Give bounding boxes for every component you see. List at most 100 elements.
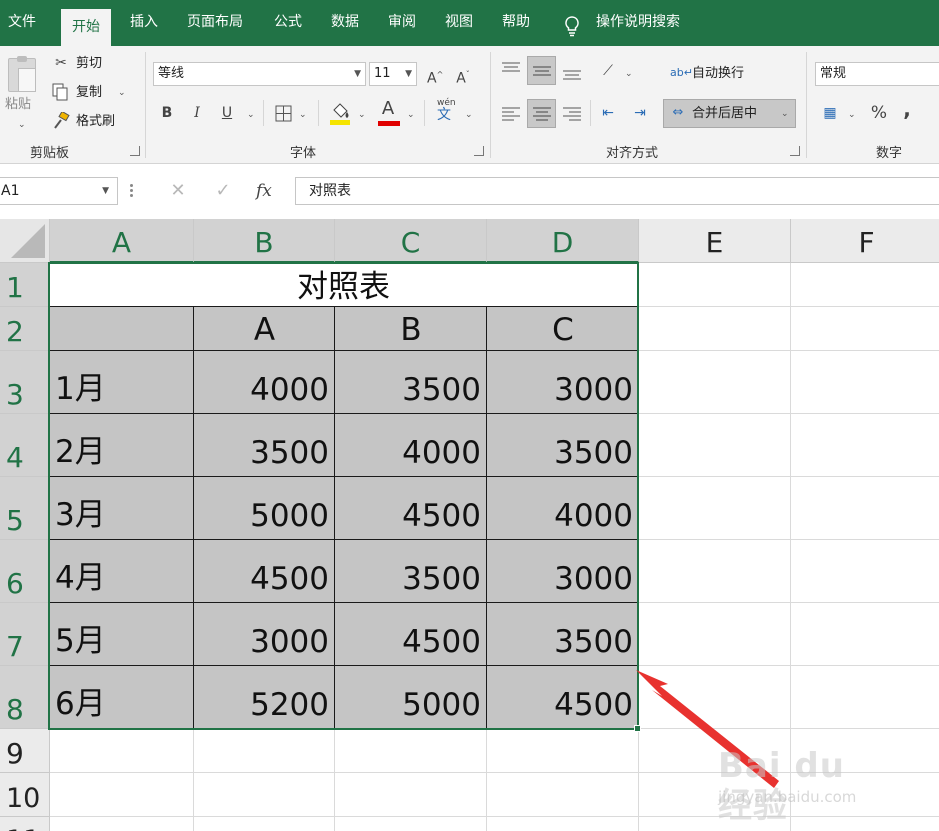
formula-bar-resize-handle[interactable] xyxy=(130,184,134,198)
decrease-font-icon[interactable]: Aˇ xyxy=(455,66,471,88)
tab-2[interactable]: 插入 xyxy=(130,12,158,32)
name-box[interactable]: A1 ▼ xyxy=(0,177,118,205)
table-cell[interactable]: 4500 xyxy=(335,477,487,540)
formula-input[interactable]: 对照表 xyxy=(295,177,939,205)
table-cell[interactable]: 3500 xyxy=(194,414,335,477)
paste-icon[interactable] xyxy=(4,56,40,96)
decrease-indent-icon[interactable]: ⇤ xyxy=(598,104,618,122)
tab-1[interactable]: 开始 xyxy=(61,9,111,46)
table-cell[interactable]: 4000 xyxy=(335,414,487,477)
column-header-a[interactable]: A xyxy=(50,219,194,263)
header-cell-0[interactable] xyxy=(50,307,194,351)
lightbulb-icon[interactable] xyxy=(563,15,581,37)
enter-icon[interactable]: ✓ xyxy=(211,179,235,203)
paste-dropdown-icon[interactable]: ⌄ xyxy=(18,120,26,130)
table-cell[interactable]: 4000 xyxy=(487,477,639,540)
merge-dropdown-icon[interactable]: ⌄ xyxy=(781,109,789,119)
table-title-cell[interactable]: 对照表 xyxy=(49,263,638,307)
column-header-e[interactable]: E xyxy=(639,219,791,263)
format-painter-button[interactable]: 格式刷 xyxy=(76,113,115,131)
font-name-select[interactable]: 等线 ▼ xyxy=(153,62,366,86)
fill-handle[interactable] xyxy=(634,725,641,732)
column-header-f[interactable]: F xyxy=(791,219,939,263)
copy-button[interactable]: 复制 xyxy=(76,84,102,102)
comma-button[interactable]: , xyxy=(900,99,914,119)
row-header-4[interactable]: 4 xyxy=(0,414,50,477)
tab-8[interactable]: 帮助 xyxy=(502,12,530,32)
borders-dropdown-icon[interactable]: ⌄ xyxy=(299,110,307,120)
column-header-b[interactable]: B xyxy=(194,219,335,263)
fill-color-icon[interactable] xyxy=(329,101,351,125)
increase-indent-icon[interactable]: ⇥ xyxy=(630,104,650,122)
tab-4[interactable]: 公式 xyxy=(274,12,302,32)
tab-3[interactable]: 页面布局 xyxy=(187,12,243,32)
align-left-icon[interactable] xyxy=(501,106,521,122)
table-cell[interactable]: 4500 xyxy=(194,540,335,603)
header-cell-1[interactable]: A xyxy=(194,307,335,351)
tab-7[interactable]: 视图 xyxy=(445,12,473,32)
underline-dropdown-icon[interactable]: ⌄ xyxy=(247,110,255,120)
tab-0[interactable]: 文件 xyxy=(8,12,36,32)
align-bottom-icon[interactable] xyxy=(562,66,582,82)
font-color-dropdown-icon[interactable]: ⌄ xyxy=(407,110,415,120)
copy-dropdown-icon[interactable]: ⌄ xyxy=(118,88,126,98)
select-all-button[interactable] xyxy=(0,219,50,263)
align-right-icon[interactable] xyxy=(562,106,582,122)
table-cell[interactable]: 3000 xyxy=(487,351,639,414)
wrap-text-button[interactable]: 自动换行 xyxy=(692,65,744,83)
increase-font-icon[interactable]: A^ xyxy=(427,66,443,88)
table-cell[interactable]: 3000 xyxy=(194,603,335,666)
phonetic-guide-icon[interactable]: 文 xyxy=(437,107,451,123)
column-header-c[interactable]: C xyxy=(335,219,487,263)
cut-button[interactable]: 剪切 xyxy=(76,55,102,73)
tell-me-search[interactable]: 操作说明搜索 xyxy=(596,12,680,32)
table-cell[interactable]: 3500 xyxy=(335,540,487,603)
row-header-7[interactable]: 7 xyxy=(0,603,50,666)
header-cell-3[interactable]: C xyxy=(487,307,639,351)
row-header-9[interactable]: 9 xyxy=(0,729,50,773)
row-header-3[interactable]: 3 xyxy=(0,351,50,414)
borders-icon[interactable] xyxy=(275,105,292,122)
bold-button[interactable]: B xyxy=(160,104,174,122)
number-format-select[interactable]: 常规 xyxy=(815,62,939,86)
header-cell-2[interactable]: B xyxy=(335,307,487,351)
table-cell[interactable]: 3500 xyxy=(335,351,487,414)
clipboard-launcher-icon[interactable] xyxy=(130,146,140,156)
table-cell[interactable]: 5200 xyxy=(194,666,335,729)
table-cell[interactable]: 2月 xyxy=(50,414,194,477)
table-cell[interactable]: 3500 xyxy=(487,603,639,666)
row-header-8[interactable]: 8 xyxy=(0,666,50,729)
table-cell[interactable]: 4000 xyxy=(194,351,335,414)
tab-6[interactable]: 审阅 xyxy=(388,12,416,32)
row-header-6[interactable]: 6 xyxy=(0,540,50,603)
orientation-icon[interactable]: ⟋ xyxy=(599,62,617,80)
paste-button[interactable]: 粘贴 xyxy=(5,96,31,114)
insert-function-icon[interactable]: fx xyxy=(256,179,280,203)
table-cell[interactable]: 3月 xyxy=(50,477,194,540)
accounting-dropdown-icon[interactable]: ⌄ xyxy=(848,110,856,120)
worksheet-grid[interactable]: ABCDEF1234567891011对照表ABC1月4000350030002… xyxy=(0,219,939,831)
table-cell[interactable]: 4500 xyxy=(335,603,487,666)
table-cell[interactable]: 6月 xyxy=(50,666,194,729)
table-cell[interactable]: 3500 xyxy=(487,414,639,477)
alignment-launcher-icon[interactable] xyxy=(790,146,800,156)
row-header-5[interactable]: 5 xyxy=(0,477,50,540)
row-header-2[interactable]: 2 xyxy=(0,307,50,351)
cancel-icon[interactable]: ✕ xyxy=(166,179,190,203)
font-launcher-icon[interactable] xyxy=(474,146,484,156)
font-color-icon[interactable]: A xyxy=(380,100,396,118)
row-header-11[interactable]: 11 xyxy=(0,817,50,831)
table-cell[interactable]: 3000 xyxy=(487,540,639,603)
row-header-10[interactable]: 10 xyxy=(0,773,50,817)
underline-button[interactable]: U xyxy=(220,104,234,122)
tab-5[interactable]: 数据 xyxy=(331,12,359,32)
table-cell[interactable]: 1月 xyxy=(50,351,194,414)
column-header-d[interactable]: D xyxy=(487,219,639,263)
table-cell[interactable]: 4500 xyxy=(487,666,639,729)
italic-button[interactable]: I xyxy=(190,104,204,122)
table-cell[interactable]: 5月 xyxy=(50,603,194,666)
percent-button[interactable]: % xyxy=(870,104,888,122)
table-cell[interactable]: 5000 xyxy=(194,477,335,540)
phonetic-dropdown-icon[interactable]: ⌄ xyxy=(465,110,473,120)
accounting-format-icon[interactable]: ▦ xyxy=(820,104,840,122)
